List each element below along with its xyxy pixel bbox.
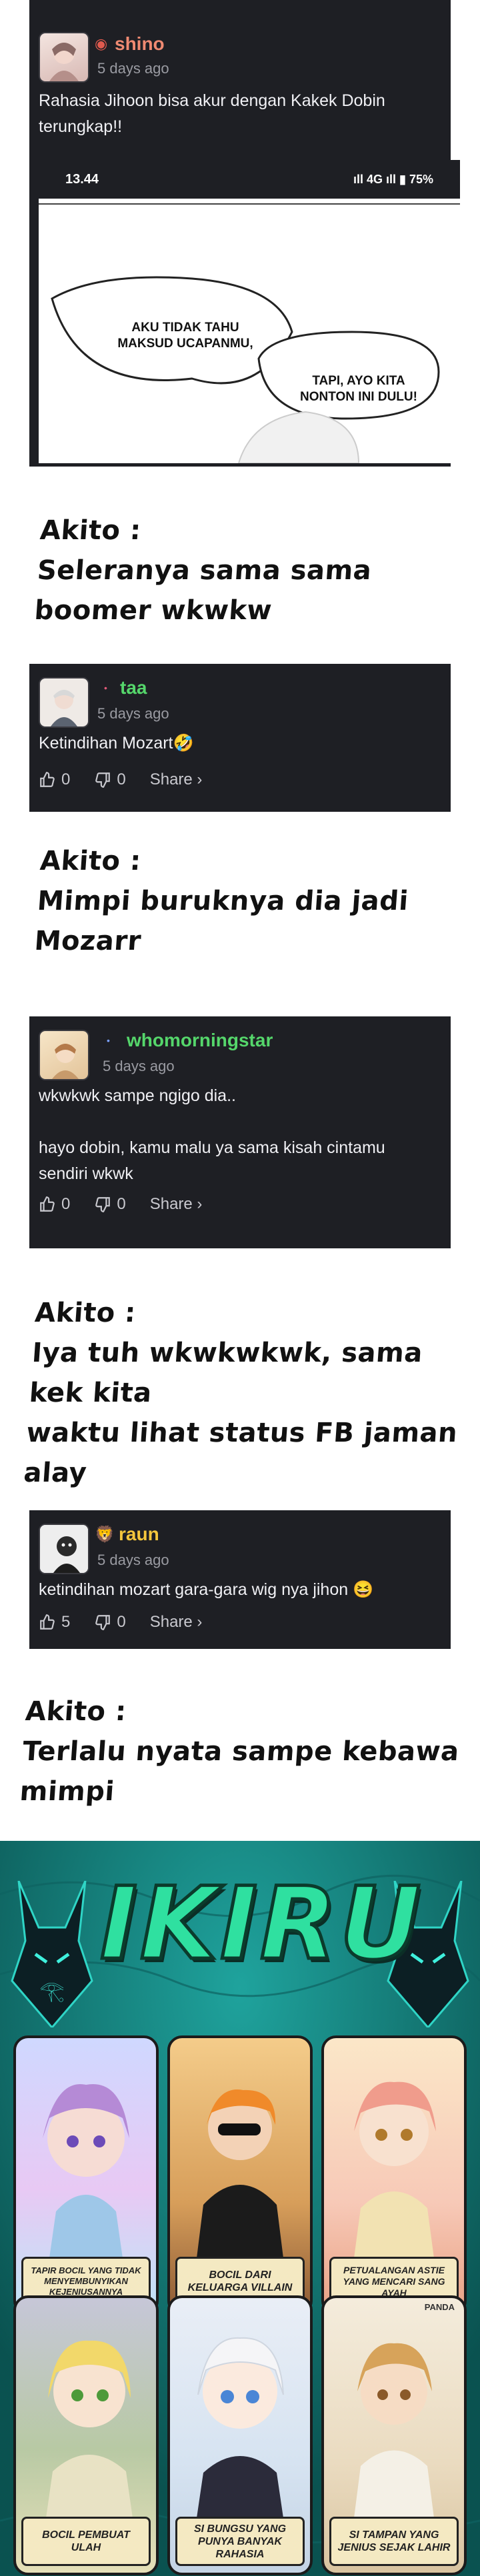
reply-line: waktu lihat status FB jaman alay bbox=[23, 1418, 459, 1488]
comment-text: wkwkwk sampe ngigo dia.. hayo dobin, kam… bbox=[39, 1086, 385, 1183]
share-button[interactable]: Share › bbox=[150, 1613, 203, 1632]
comment-card-shino: ◉ shino 5 days ago Rahasia Jihoon bisa a… bbox=[29, 0, 460, 467]
thumbs-up-icon bbox=[40, 772, 55, 787]
comment-card-raun: 🦁 raun 5 days ago ketindihan mozart gara… bbox=[29, 1510, 451, 1649]
timestamp: 5 days ago bbox=[97, 1552, 169, 1568]
like-count: 0 bbox=[61, 770, 71, 788]
reply-block: Akito : Iya tuh wkwkwkwk, sama kek kita … bbox=[23, 1293, 480, 1493]
reply-author: Akito : bbox=[33, 1298, 137, 1328]
fire-icon: ◉ bbox=[95, 35, 108, 52]
dislike-button[interactable]: 0 bbox=[94, 1195, 126, 1214]
manga-panel-3[interactable]: PETUALANGAN ASTIE YANG MENCARI SANG AYAH bbox=[321, 2035, 467, 2315]
reply-block: Akito : Terlalu nyata sampe kebawa mimpi bbox=[19, 1692, 480, 1812]
banner-title: IKIRU bbox=[99, 1866, 424, 1983]
avatar[interactable] bbox=[39, 1524, 89, 1574]
like-button[interactable]: 5 bbox=[39, 1613, 70, 1632]
manga-panel-1[interactable]: TAPIR BOCIL YANG TIDAK MENYEMBUNYIKAN KE… bbox=[13, 2035, 159, 2315]
comment-card-taa: • taa 5 days ago Ketindihan Mozart🤣 0 0 … bbox=[29, 664, 451, 812]
avatar[interactable] bbox=[39, 677, 89, 728]
reply-line: Iya tuh wkwkwkwk, sama kek kita bbox=[28, 1338, 424, 1408]
panel-caption: SI BUNGSU YANG PUNYA BANYAK RAHASIA bbox=[175, 2517, 305, 2566]
avatar[interactable] bbox=[39, 1030, 89, 1080]
timestamp: 5 days ago bbox=[103, 1058, 175, 1074]
comment-text: Rahasia Jihoon bisa akur dengan Kakek Do… bbox=[39, 91, 390, 136]
comment-actions: 0 0 Share › bbox=[39, 770, 202, 789]
character-illustration bbox=[46, 2340, 133, 2518]
badge-icon: 🦁 bbox=[95, 1526, 115, 1544]
manga-panel-4[interactable]: BOCIL PEMBUAT ULAH bbox=[13, 2295, 159, 2575]
thumbs-down-icon bbox=[95, 1615, 111, 1630]
svg-text:𓂀: 𓂀 bbox=[39, 1979, 64, 2003]
manga-panel-2[interactable]: BOCIL DARI KELUARGA VILLAIN bbox=[167, 2035, 313, 2315]
character-illustration bbox=[354, 2081, 436, 2258]
signal-icon: ıll 4G ıll ▮ 75% bbox=[353, 172, 433, 186]
anubis-left-icon: 𓂀 bbox=[11, 1881, 93, 2027]
thumbs-up-icon bbox=[40, 1196, 55, 1212]
dislike-count: 0 bbox=[117, 770, 126, 788]
reply-author: Akito : bbox=[24, 1696, 128, 1727]
share-button[interactable]: Share › bbox=[150, 1195, 203, 1214]
username[interactable]: taa bbox=[120, 677, 147, 698]
manga-panel-5[interactable]: SI BUNGSU YANG PUNYA BANYAK RAHASIA bbox=[167, 2295, 313, 2575]
like-count: 5 bbox=[61, 1613, 71, 1631]
reply-line: Seleranya sama sama bbox=[36, 555, 373, 586]
character-illustration bbox=[197, 2089, 283, 2258]
reply-block: Akito : Seleranya sama sama boomer wkwkw bbox=[33, 511, 376, 631]
speech-bubble-1: AKU TIDAK TAHU MAKSUD UCAPANMU, bbox=[117, 321, 253, 351]
dislike-count: 0 bbox=[117, 1195, 126, 1213]
comment-card-whomorningstar: • whomorningstar 5 days ago wkwkwk sampe… bbox=[29, 1016, 451, 1248]
comment-text: Ketindihan Mozart🤣 bbox=[39, 734, 194, 752]
dislike-button[interactable]: 0 bbox=[94, 770, 126, 789]
share-button[interactable]: Share › bbox=[150, 770, 203, 789]
username[interactable]: raun bbox=[119, 1524, 159, 1545]
like-button[interactable]: 0 bbox=[39, 1195, 70, 1214]
watermark-text: PANDA bbox=[424, 2302, 455, 2312]
manga-panel-6[interactable]: PANDA SI TAMPAN YANG JENIUS SEJAK LAHIR bbox=[321, 2295, 467, 2575]
thumbs-up-icon bbox=[40, 1614, 55, 1630]
username[interactable]: whomorningstar bbox=[127, 1030, 273, 1051]
character-illustration bbox=[43, 2084, 129, 2258]
timestamp: 5 days ago bbox=[97, 60, 169, 77]
dot-icon: • bbox=[104, 682, 107, 693]
dislike-count: 0 bbox=[117, 1613, 126, 1631]
reply-line: boomer wkwkw bbox=[33, 595, 273, 626]
reply-author: Akito : bbox=[39, 846, 143, 876]
panel-caption: BOCIL PEMBUAT ULAH bbox=[21, 2517, 151, 2566]
character-illustration bbox=[354, 2343, 434, 2518]
dislike-button[interactable]: 0 bbox=[94, 1613, 126, 1632]
dot-icon: • bbox=[107, 1035, 110, 1046]
timestamp: 5 days ago bbox=[97, 705, 169, 722]
reply-line: Terlalu nyata sampe kebawa mimpi bbox=[19, 1736, 461, 1807]
attached-screenshot[interactable]: 13.44 ıll 4G ıll ▮ 75% AKU TIDAK TAHU MA… bbox=[39, 160, 460, 463]
panel-caption: SI TAMPAN YANG JENIUS SEJAK LAHIR bbox=[329, 2517, 459, 2566]
clock-text: 13.44 bbox=[65, 171, 99, 187]
speech-bubble-2: TAPI, AYO KITA NONTON INI DULU! bbox=[300, 374, 417, 404]
thumbs-down-icon bbox=[95, 1197, 111, 1212]
comment-actions: 5 0 Share › bbox=[39, 1613, 202, 1632]
phone-status-bar: 13.44 ıll 4G ıll ▮ 75% bbox=[39, 160, 460, 199]
reply-line: Mimpi buruknya dia jadi Mozarr bbox=[33, 886, 410, 956]
character-illustration bbox=[197, 2337, 284, 2518]
comment-actions: 0 0 Share › bbox=[39, 1195, 202, 1214]
username[interactable]: shino bbox=[115, 33, 165, 55]
like-count: 0 bbox=[61, 1195, 71, 1213]
thumbs-down-icon bbox=[95, 772, 111, 788]
ikiru-promo-banner[interactable]: 𓂀 IKIRU TAPIR BOCIL YANG TIDAK MENYEMBUN… bbox=[0, 1841, 480, 2576]
reply-block: Akito : Mimpi buruknya dia jadi Mozarr bbox=[33, 841, 480, 961]
avatar[interactable] bbox=[39, 32, 89, 83]
like-button[interactable]: 0 bbox=[39, 770, 70, 789]
reply-author: Akito : bbox=[39, 515, 143, 546]
comment-text: ketindihan mozart gara-gara wig nya jiho… bbox=[39, 1580, 374, 1599]
